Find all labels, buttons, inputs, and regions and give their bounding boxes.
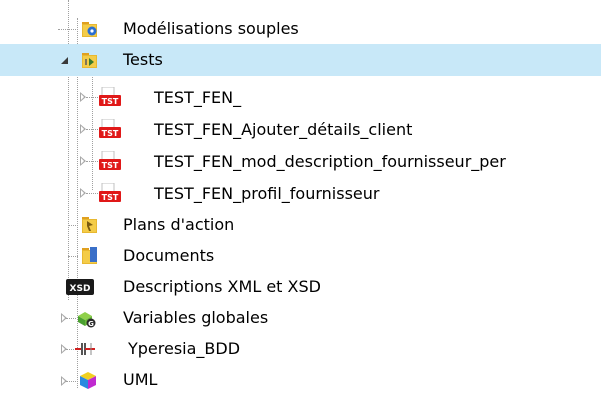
- tree-item-label: Yperesia_BDD: [128, 339, 241, 358]
- tree-item-tests[interactable]: Tests: [0, 44, 601, 76]
- tree-item-test-fen[interactable]: TST TEST_FEN_: [0, 82, 601, 114]
- project-tree: Modélisations souples Tests TST TEST_FEN…: [0, 0, 601, 392]
- tree-connector: [58, 29, 78, 30]
- folder-action-plans-icon: [82, 217, 97, 233]
- tree-item-label: Variables globales: [123, 308, 269, 327]
- tree-item-descriptions-xml-xsd[interactable]: XSD Descriptions XML et XSD: [0, 272, 601, 304]
- svg-text:TST: TST: [102, 161, 119, 170]
- tree-connector: [86, 129, 98, 130]
- database-connector-icon: [75, 343, 95, 355]
- expanded-arrow-icon[interactable]: [61, 57, 68, 64]
- uml-cube-icon: [80, 372, 96, 389]
- tree-item-documents[interactable]: Documents: [0, 241, 601, 273]
- tree-connector: [66, 381, 76, 382]
- svg-text:TST: TST: [102, 129, 119, 138]
- tree-connector: [66, 318, 76, 319]
- tree-item-yperesia-bdd[interactable]: Yperesia_BDD: [0, 334, 601, 366]
- tree-connector: [86, 97, 98, 98]
- svg-text:TST: TST: [102, 193, 119, 202]
- tree-item-label: TEST_FEN_mod_description_fournisseur_per: [154, 152, 506, 171]
- tree-item-label: UML: [123, 370, 158, 389]
- tst-icon: TST: [99, 87, 121, 106]
- svg-text:TST: TST: [102, 97, 119, 106]
- tree-item-test-fen-mod-description-fournisseur[interactable]: TST TEST_FEN_mod_description_fournisseur…: [0, 146, 601, 178]
- xsd-icon: XSD: [66, 279, 94, 295]
- tree-item-uml[interactable]: UML: [0, 364, 601, 396]
- tst-icon: TST: [99, 183, 121, 202]
- tree-connector: [68, 256, 78, 257]
- tree-item-label: TEST_FEN_: [154, 88, 242, 107]
- tst-icon: TST: [99, 119, 121, 138]
- tree-item-label: Plans d'action: [123, 215, 235, 234]
- tree-connector: [68, 225, 78, 226]
- tree-item-label: Tests: [123, 50, 163, 69]
- global-variables-icon: G: [78, 312, 96, 328]
- tree-item-label: Documents: [123, 246, 215, 265]
- tree-item-test-fen-ajouter-details-client[interactable]: TST TEST_FEN_Ajouter_détails_client: [0, 114, 601, 146]
- folder-test-icon: [82, 53, 97, 68]
- svg-text:G: G: [88, 320, 94, 328]
- tree-connector: [86, 193, 98, 194]
- tst-icon: TST: [99, 151, 121, 170]
- tree-item-label: TEST_FEN_Ajouter_détails_client: [154, 120, 413, 139]
- folder-blue-gear-icon: [82, 22, 97, 37]
- tree-item-test-fen-profil-fournisseur[interactable]: TST TEST_FEN_profil_fournisseur: [0, 178, 601, 210]
- svg-text:XSD: XSD: [70, 284, 91, 294]
- folder-documents-icon: [82, 247, 97, 264]
- tree-item-modelisations-souples[interactable]: Modélisations souples: [0, 13, 601, 45]
- tree-item-label: TEST_FEN_profil_fournisseur: [154, 184, 380, 203]
- tree-item-plans-d-action[interactable]: Plans d'action: [0, 210, 601, 242]
- tree-item-label: Modélisations souples: [123, 19, 299, 38]
- tree-item-variables-globales[interactable]: G Variables globales: [0, 303, 601, 335]
- tree-item-label: Descriptions XML et XSD: [123, 277, 321, 296]
- tree-connector: [86, 161, 98, 162]
